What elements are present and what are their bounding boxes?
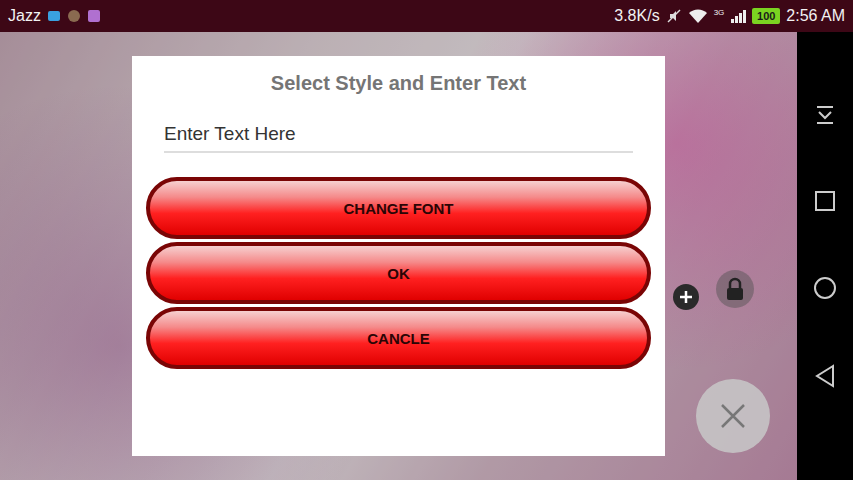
battery: 100 [752,8,780,24]
dialog-button[interactable]: OK [146,242,651,304]
clock: 2:56 AM [786,7,845,25]
dialog-button[interactable]: CHANGE FONT [146,177,651,239]
dialog-buttons: CHANGE FONTOKCANCLE [146,177,651,369]
network-type: 3G [714,8,725,17]
close-button[interactable] [696,379,770,453]
recents-icon[interactable] [814,190,836,212]
body: Select Style and Enter Text CHANGE FONTOK… [0,32,853,480]
network-speed: 3.8K/s [614,7,659,25]
status-left: Jazz [8,7,101,25]
status-right: 3.8K/s 3G 100 2:56 AM [614,7,845,25]
input-row [146,95,651,153]
carrier: Jazz [8,7,41,25]
add-icon[interactable] [673,284,699,310]
close-icon [720,403,746,429]
app-icon [67,9,81,23]
signal-icon [730,8,746,24]
notifications-pull-icon[interactable] [814,104,836,126]
message-icon [47,9,61,23]
wifi-icon [688,8,708,24]
lock-icon[interactable] [716,270,754,308]
mute-icon [666,8,682,24]
navigation-bar [797,32,853,480]
text-dialog: Select Style and Enter Text CHANGE FONTOK… [132,56,665,456]
dialog-button[interactable]: CANCLE [146,307,651,369]
dialog-title: Select Style and Enter Text [146,70,651,95]
editor-canvas: Select Style and Enter Text CHANGE FONTOK… [0,32,797,480]
back-icon[interactable] [814,364,836,388]
home-icon[interactable] [813,276,837,300]
signal: 3G [714,8,747,24]
status-bar: Jazz 3.8K/s 3G 100 2:56 AM [0,0,853,32]
text-input[interactable] [164,123,633,153]
gallery-icon [87,9,101,23]
screen: Jazz 3.8K/s 3G 100 2:56 AM Select Style and E… [0,0,853,480]
